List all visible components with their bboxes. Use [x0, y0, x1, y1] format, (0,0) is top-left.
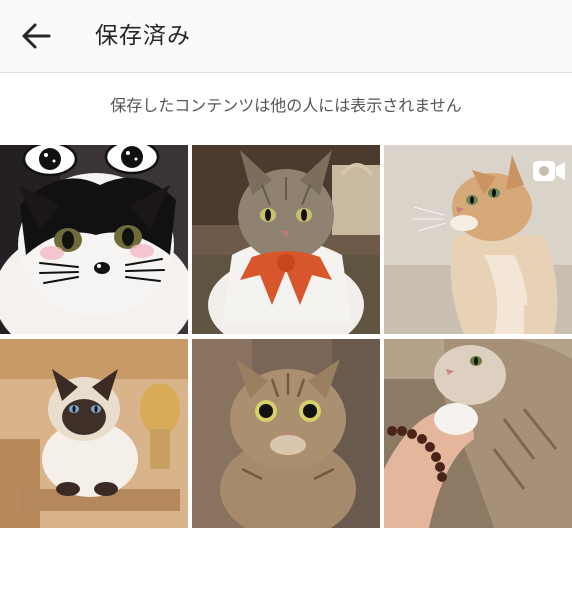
page-title: 保存済み: [95, 23, 191, 49]
saved-post-thumbnail[interactable]: [192, 145, 380, 334]
cat-photo-6: [384, 339, 572, 528]
arrow-left-icon: [22, 23, 51, 49]
privacy-notice: 保存したコンテンツは他の人には表示されません: [110, 96, 462, 115]
saved-post-thumbnail[interactable]: [384, 339, 572, 528]
cat-photo-1: [0, 145, 188, 334]
saved-post-thumbnail[interactable]: [0, 339, 188, 528]
saved-post-thumbnail[interactable]: [0, 145, 188, 334]
back-button[interactable]: [18, 20, 54, 52]
saved-posts-grid: [0, 145, 572, 528]
cat-photo-5: [192, 339, 380, 528]
cat-photo-4: [0, 339, 188, 528]
saved-post-thumbnail[interactable]: [384, 145, 572, 334]
video-camera-icon: [533, 161, 565, 181]
saved-post-thumbnail[interactable]: [192, 339, 380, 528]
video-badge: [532, 159, 566, 183]
cat-photo-2: [192, 145, 380, 334]
app-header: 保存済み: [0, 0, 572, 73]
